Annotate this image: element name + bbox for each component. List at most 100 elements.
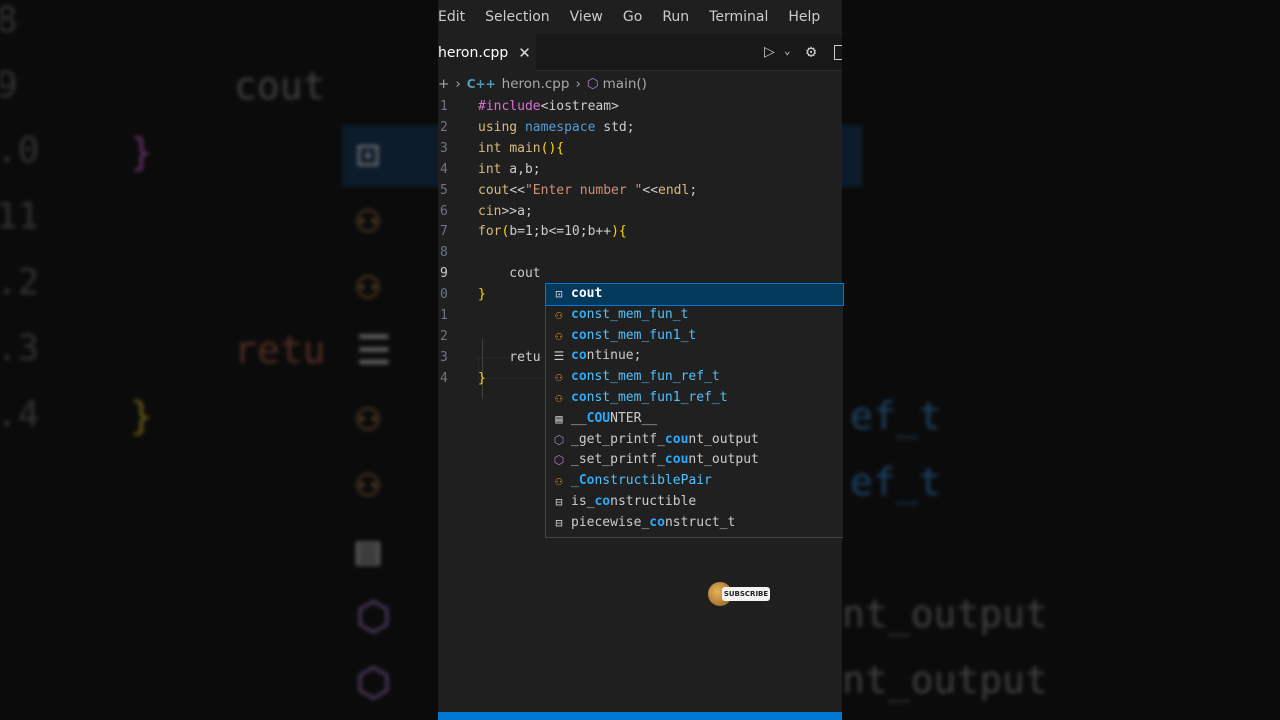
- suggestion-item[interactable]: ⚇ const_mem_fun1_ref_t: [546, 388, 843, 409]
- subscribe-badge[interactable]: SUBSCRIBE: [708, 580, 770, 608]
- line-number: 2: [440, 119, 448, 135]
- suggestion-label: is_constructible: [571, 493, 697, 509]
- code-text: cout: [478, 266, 541, 282]
- suggestion-label: _ConstructiblePair: [571, 473, 712, 489]
- tab-heron-cpp[interactable]: heron.cpp ✕: [438, 34, 536, 71]
- suggestion-label: _set_printf_count_output: [571, 452, 759, 468]
- bg-word: cout: [234, 64, 326, 108]
- class-icon: ⚇: [356, 394, 381, 440]
- run-icon[interactable]: ▷: [764, 44, 775, 60]
- bg-line-number: .4: [0, 394, 40, 435]
- variable-icon: ⊡: [555, 287, 563, 301]
- line-number: 2: [440, 328, 448, 344]
- bg-tail: nt_output: [842, 658, 1048, 702]
- menu-terminal[interactable]: Terminal: [699, 9, 778, 25]
- cpp-file-icon: C++: [466, 77, 496, 91]
- code-text: int a,b;: [478, 161, 541, 177]
- line-number: 6: [440, 203, 448, 219]
- code-text: int main(){: [478, 140, 565, 156]
- bg-line-number: .2: [0, 262, 40, 303]
- menu-bar: Edit Selection View Go Run Terminal Help: [438, 0, 842, 34]
- line-number: 5: [440, 182, 448, 198]
- chevron-right-icon: ›: [575, 76, 581, 92]
- bg-brace: }: [130, 130, 153, 174]
- line-number: 1: [440, 308, 448, 323]
- method-icon: ⬡: [553, 453, 565, 468]
- line-number: 1: [440, 99, 448, 114]
- split-editor-icon[interactable]: [834, 45, 842, 60]
- class-icon: ⚇: [356, 196, 381, 242]
- struct-icon: ⊟: [555, 515, 563, 530]
- suggestion-item[interactable]: ⊡ cout: [545, 283, 844, 306]
- code-text: #include<iostream>: [478, 99, 619, 114]
- class-icon: ⚇: [555, 370, 563, 385]
- bg-tail: ef_t: [850, 394, 942, 438]
- line-number: 7: [440, 224, 448, 240]
- suggestion-label: const_mem_fun1_t: [571, 327, 697, 343]
- suggestion-item[interactable]: ⬡ _set_printf_count_output: [546, 450, 843, 471]
- suggestion-label: const_mem_fun_ref_t: [571, 369, 720, 385]
- class-icon: ⚇: [555, 307, 563, 322]
- suggestion-label: piecewise_construct_t: [571, 514, 736, 530]
- bg-tail: nt_output: [842, 592, 1048, 636]
- snippet-icon: ☰: [356, 328, 392, 374]
- class-icon: ⚇: [356, 460, 381, 506]
- suggestion-item[interactable]: ⬡ _get_printf_count_output: [546, 430, 843, 451]
- close-icon[interactable]: ✕: [518, 44, 531, 62]
- menu-view[interactable]: View: [560, 9, 613, 25]
- suggestion-item[interactable]: ⊟ is_constructible: [546, 492, 843, 513]
- method-icon: ⬡: [586, 76, 599, 92]
- bg-brace: }: [130, 394, 153, 438]
- breadcrumb-file[interactable]: heron.cpp: [502, 76, 570, 92]
- menu-edit[interactable]: Edit: [438, 9, 475, 25]
- code-text: }: [478, 370, 486, 386]
- menu-help[interactable]: Help: [778, 9, 830, 25]
- class-icon: ⚇: [555, 474, 563, 489]
- suggestion-label: cout: [571, 286, 603, 301]
- bg-line-number: 8: [0, 0, 18, 41]
- class-icon: ⚇: [555, 328, 563, 343]
- method-icon: ⬡: [356, 594, 391, 640]
- code-text: cin>>a;: [478, 203, 533, 219]
- menu-go[interactable]: Go: [613, 9, 652, 25]
- bg-line-number: .0: [0, 130, 40, 171]
- breadcrumb-lead[interactable]: +: [438, 76, 449, 92]
- method-icon: ⬡: [356, 660, 391, 706]
- class-icon: ⚇: [356, 262, 381, 308]
- bg-tail: ef_t: [850, 460, 942, 504]
- suggestion-label: _get_printf_count_output: [571, 431, 759, 447]
- variable-icon: ⊡: [356, 132, 381, 178]
- status-bar: [438, 712, 842, 720]
- bg-line-number: 9: [0, 65, 18, 106]
- breadcrumb: + › C++ heron.cpp › ⬡ main(): [438, 74, 647, 94]
- line-number: 9: [440, 266, 448, 282]
- suggestion-item[interactable]: ⊟ piecewise_construct_t: [546, 513, 843, 534]
- suggestion-label: const_mem_fun1_ref_t: [571, 389, 728, 405]
- code-text: }: [478, 287, 486, 303]
- line-number: 4: [440, 370, 448, 386]
- code-text: for(b=1;b<=10;b++){: [478, 224, 627, 240]
- bg-line-number: .3: [0, 328, 40, 369]
- code-text: cout<<"Enter number "<<endl;: [478, 182, 698, 198]
- chevron-right-icon: ›: [455, 76, 461, 92]
- snippet-icon: ☰: [553, 349, 565, 364]
- menu-selection[interactable]: Selection: [475, 9, 560, 25]
- gear-icon[interactable]: ⚙: [806, 42, 816, 62]
- suggestion-item[interactable]: ⚇ _ConstructiblePair: [546, 471, 843, 492]
- method-icon: ⬡: [553, 432, 565, 447]
- chevron-down-icon[interactable]: ⌄: [784, 44, 791, 57]
- suggestion-item[interactable]: ⚇ const_mem_fun_ref_t: [546, 367, 843, 388]
- struct-icon: ⊟: [555, 494, 563, 509]
- suggestion-item[interactable]: ▤ __COUNTER__: [546, 409, 843, 430]
- suggestion-item[interactable]: ☰ continue;: [546, 346, 843, 367]
- line-number: 8: [440, 245, 448, 261]
- suggestion-item[interactable]: ⚇ const_mem_fun_t: [546, 305, 843, 326]
- menu-run[interactable]: Run: [652, 9, 699, 25]
- suggestion-label: const_mem_fun_t: [571, 306, 689, 322]
- bg-word: retu: [234, 328, 326, 372]
- breadcrumb-symbol[interactable]: main(): [603, 76, 647, 92]
- line-number: 0: [440, 287, 448, 303]
- subscribe-label: SUBSCRIBE: [722, 587, 770, 601]
- suggestion-item[interactable]: ⚇ const_mem_fun1_t: [546, 326, 843, 347]
- code-text: using namespace std;: [478, 119, 635, 135]
